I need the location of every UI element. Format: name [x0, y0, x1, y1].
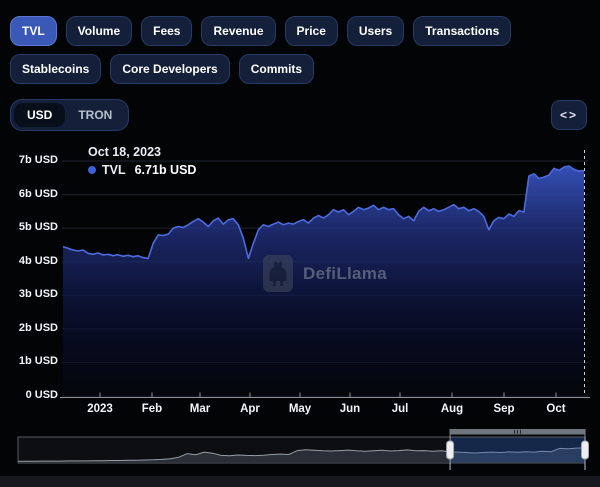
series-dot-icon [88, 166, 96, 174]
brush-handle-right[interactable] [582, 441, 589, 459]
y-axis-label: 5b USD [0, 221, 58, 233]
y-axis-label: 7b USD [0, 154, 58, 166]
tooltip-date: Oct 18, 2023 [88, 145, 196, 159]
tab-users[interactable]: Users [347, 16, 404, 46]
x-axis-label: 2023 [78, 403, 122, 415]
tab-fees[interactable]: Fees [141, 16, 192, 46]
embed-chart-button[interactable]: <> [551, 100, 587, 130]
brush-minimap[interactable] [18, 429, 589, 470]
tab-transactions[interactable]: Transactions [413, 16, 511, 46]
y-axis-label: 4b USD [0, 255, 58, 267]
tab-core-developers[interactable]: Core Developers [110, 54, 229, 84]
x-axis-label: Mar [178, 403, 222, 415]
y-axis-label: 1b USD [0, 355, 58, 367]
defillama-watermark: DefiLlama [263, 255, 387, 292]
watermark-text: DefiLlama [303, 264, 387, 284]
tooltip-series-label: TVL [102, 163, 126, 177]
tab-revenue[interactable]: Revenue [201, 16, 275, 46]
metric-tabs-row-2: Stablecoins Core Developers Commits [10, 54, 314, 84]
currency-option-tron[interactable]: TRON [65, 103, 125, 127]
tab-volume[interactable]: Volume [66, 16, 132, 46]
tab-stablecoins[interactable]: Stablecoins [10, 54, 101, 84]
y-axis-label: 3b USD [0, 288, 58, 300]
tooltip-value: 6.71b USD [135, 163, 197, 177]
x-axis-label: May [278, 403, 322, 415]
y-axis-label: 2b USD [0, 322, 58, 334]
x-axis-label: Feb [130, 403, 174, 415]
x-axis-label: Aug [430, 403, 474, 415]
tab-commits[interactable]: Commits [239, 54, 314, 84]
code-embed-icon: <> [560, 108, 578, 122]
x-axis-label: Jul [378, 403, 422, 415]
brush-selection[interactable] [450, 438, 585, 463]
llama-logo-icon [263, 255, 293, 292]
y-axis-label: 6b USD [0, 188, 58, 200]
x-axis-label: Oct [534, 403, 578, 415]
chart-tooltip: Oct 18, 2023 TVL 6.71b USD [88, 145, 196, 177]
x-axis-label: Jun [328, 403, 372, 415]
defillama-protocol-page: { "tabs_row1": [ {"label": "TVL", "activ… [0, 0, 600, 487]
tab-tvl[interactable]: TVL [10, 16, 57, 46]
x-axis-label: Apr [228, 403, 272, 415]
x-axis-label: Sep [482, 403, 526, 415]
brush-handle-left[interactable] [447, 441, 454, 459]
metric-tabs-row-1: TVL Volume Fees Revenue Price Users Tran… [10, 16, 511, 46]
bottom-strip [0, 476, 600, 487]
tab-price[interactable]: Price [285, 16, 338, 46]
currency-toggle: USD TRON [10, 99, 129, 131]
currency-option-usd[interactable]: USD [14, 103, 65, 127]
y-axis-label: 0 USD [0, 389, 58, 401]
